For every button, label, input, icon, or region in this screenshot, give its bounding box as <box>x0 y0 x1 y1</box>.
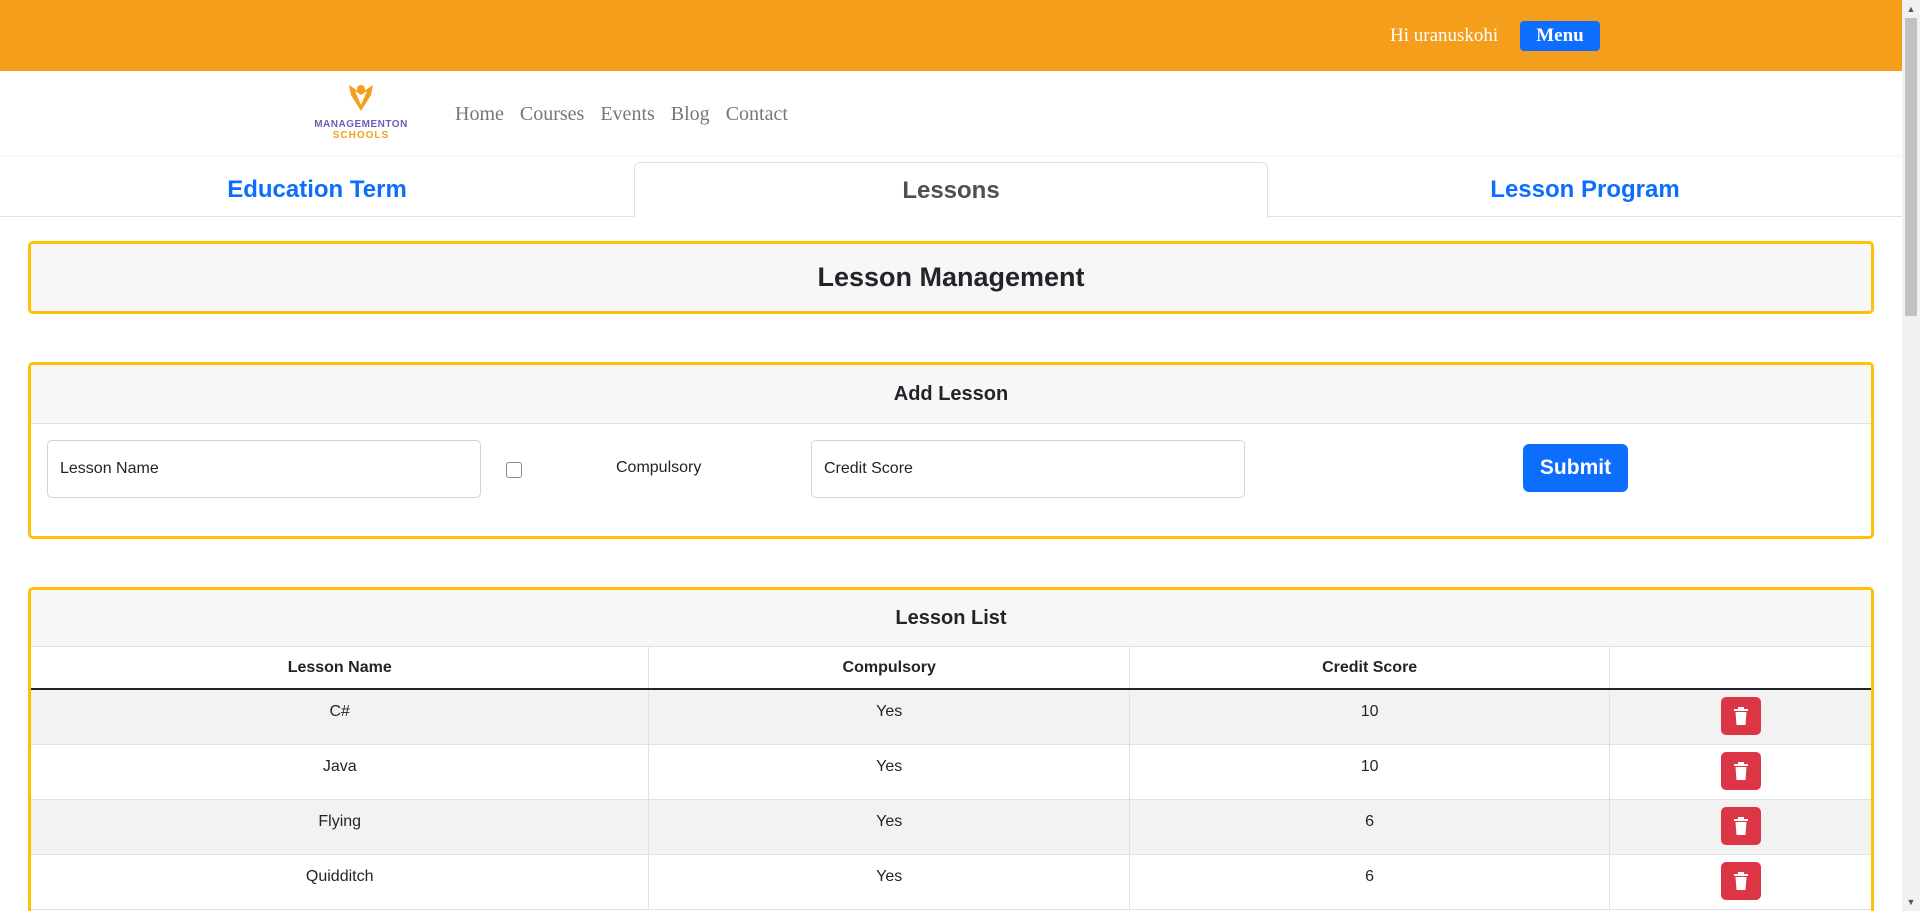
user-greeting: Hi uranuskohi <box>1390 25 1499 46</box>
nav-home[interactable]: Home <box>455 103 504 126</box>
lesson-list-title: Lesson List <box>31 590 1871 647</box>
navbar: MANAGEMENTON SCHOOLS Home Courses Events… <box>0 71 1902 155</box>
cell-lesson-name: Quidditch <box>31 854 650 910</box>
cell-credit-score: 6 <box>1129 799 1611 855</box>
graduation-logo-icon <box>349 85 373 111</box>
cell-compulsory: Yes <box>648 689 1130 745</box>
column-header-compulsory[interactable]: Compulsory <box>648 647 1130 690</box>
cell-lesson-name: Java <box>31 744 650 800</box>
scrollbar-thumb[interactable] <box>1905 18 1917 316</box>
column-header-actions <box>1609 647 1871 690</box>
trash-icon <box>1733 816 1748 835</box>
tab-lessons[interactable]: Lessons <box>634 162 1268 218</box>
cell-lesson-name: Flying <box>31 799 650 855</box>
compulsory-label: Compulsory <box>616 459 702 476</box>
page-scrollbar[interactable]: ▲ ▼ <box>1902 0 1920 911</box>
logo-text-line1: MANAGEMENTON <box>314 119 408 130</box>
table-header-row: Lesson Name Compulsory Credit Score <box>31 647 1871 690</box>
lesson-list-panel: Lesson List Lesson Name Compulsory Credi… <box>28 587 1874 911</box>
cell-credit-score: 6 <box>1129 854 1611 910</box>
cell-actions <box>1609 799 1871 855</box>
cell-credit-score: 10 <box>1129 744 1611 800</box>
cell-compulsory: Yes <box>648 799 1130 855</box>
cell-actions <box>1609 744 1871 800</box>
school-logo[interactable]: MANAGEMENTON SCHOOLS <box>308 81 414 143</box>
nav-courses[interactable]: Courses <box>520 103 584 126</box>
delete-button[interactable] <box>1720 751 1761 790</box>
submit-button[interactable]: Submit <box>1523 444 1628 492</box>
cell-actions <box>1609 689 1871 745</box>
tab-education-term[interactable]: Education Term <box>0 162 634 217</box>
credit-score-input[interactable]: Credit Score <box>811 440 1245 498</box>
table-row: C# Yes 10 <box>31 689 1871 745</box>
cell-lesson-name: C# <box>31 689 650 745</box>
scroll-down-arrow-icon[interactable]: ▼ <box>1902 893 1920 911</box>
cell-credit-score: 10 <box>1129 689 1611 745</box>
page-title: Lesson Management <box>31 244 1871 311</box>
logo-text-line2: SCHOOLS <box>332 130 390 141</box>
add-lesson-form: Lesson Name Compulsory Credit Score Subm… <box>31 424 1871 536</box>
lesson-management-panel: Lesson Management <box>28 241 1874 314</box>
trash-icon <box>1733 761 1748 780</box>
delete-button[interactable] <box>1720 697 1761 735</box>
menu-button[interactable]: Menu <box>1520 21 1600 51</box>
add-lesson-title: Add Lesson <box>31 365 1871 424</box>
tab-lesson-program[interactable]: Lesson Program <box>1268 162 1902 217</box>
cell-actions <box>1609 854 1871 910</box>
cell-compulsory: Yes <box>648 854 1130 910</box>
lesson-name-input[interactable]: Lesson Name <box>47 440 481 498</box>
nav-events[interactable]: Events <box>600 103 654 126</box>
top-bar: Hi uranuskohi Menu <box>0 0 1902 71</box>
trash-icon <box>1733 871 1748 890</box>
column-header-lesson-name[interactable]: Lesson Name <box>31 647 650 690</box>
delete-button[interactable] <box>1720 861 1761 900</box>
trash-icon <box>1733 707 1748 725</box>
table-row: Quidditch Yes 6 <box>31 854 1871 910</box>
delete-button[interactable] <box>1720 806 1761 845</box>
tab-bar: Education Term Lessons Lesson Program <box>0 162 1902 218</box>
compulsory-checkbox[interactable] <box>506 462 522 478</box>
column-header-credit-score[interactable]: Credit Score <box>1129 647 1611 690</box>
nav-blog[interactable]: Blog <box>671 103 710 126</box>
nav-links: Home Courses Events Blog Contact <box>455 103 788 126</box>
table-row: Java Yes 10 <box>31 744 1871 800</box>
lesson-table: Lesson Name Compulsory Credit Score C# Y… <box>31 647 1871 910</box>
add-lesson-panel: Add Lesson Lesson Name Compulsory Credit… <box>28 362 1874 539</box>
scroll-up-arrow-icon[interactable]: ▲ <box>1902 0 1920 18</box>
cell-compulsory: Yes <box>648 744 1130 800</box>
nav-contact[interactable]: Contact <box>726 103 788 126</box>
table-row: Flying Yes 6 <box>31 799 1871 855</box>
